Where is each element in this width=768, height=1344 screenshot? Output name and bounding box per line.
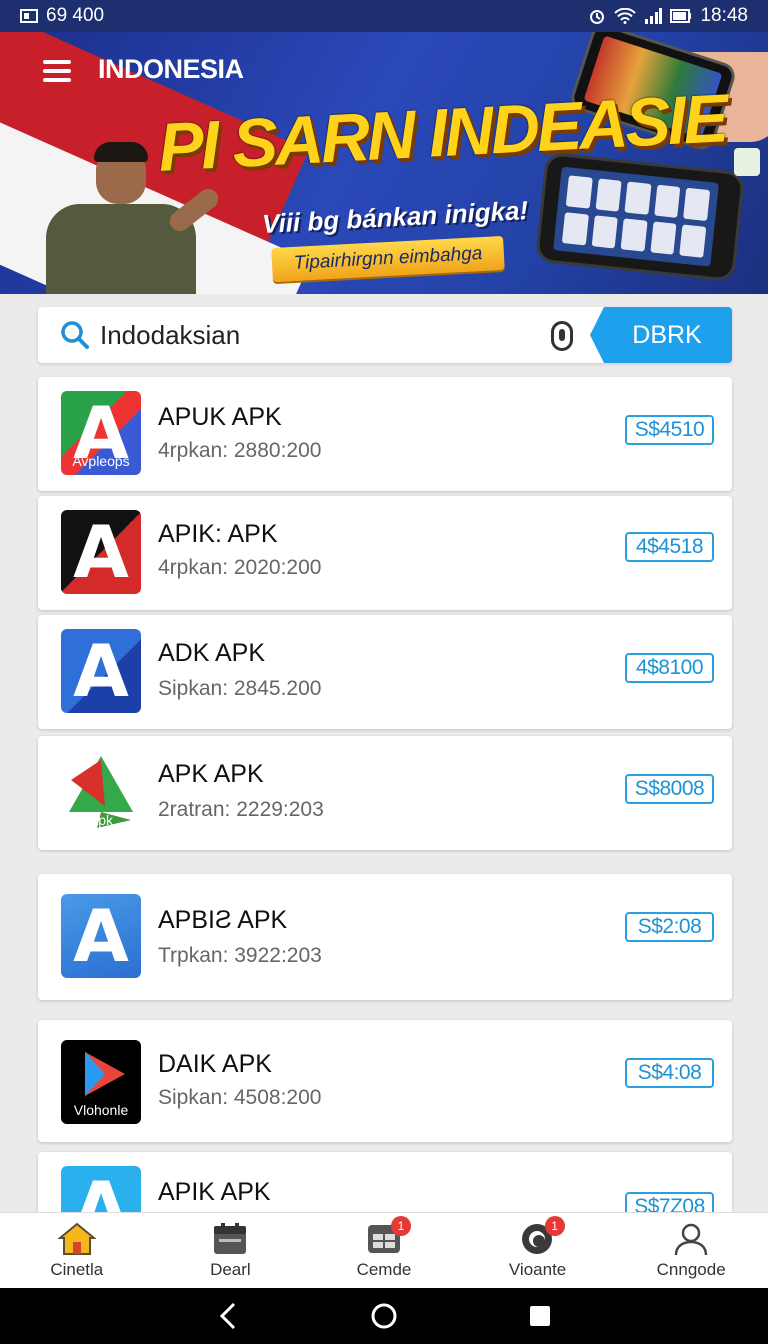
nav-item-record[interactable]: 1 Vioante bbox=[461, 1213, 615, 1288]
recents-button[interactable] bbox=[520, 1296, 560, 1336]
app-card-3[interactable]: A ADK APK Sipkan: 2845.200 4$8100 bbox=[38, 615, 732, 729]
app-title-5: APBIƧ APK bbox=[158, 906, 288, 934]
wifi-icon bbox=[614, 8, 637, 24]
nav-item-home[interactable]: Cinetla bbox=[0, 1213, 154, 1288]
phone-app-grid-image bbox=[534, 151, 746, 283]
home-circle-icon bbox=[371, 1303, 397, 1329]
leaf-icon bbox=[734, 148, 760, 176]
search-icon bbox=[61, 321, 89, 349]
app-title-1: APUK APK bbox=[158, 403, 282, 431]
nav-label-calendar: Dearl bbox=[210, 1259, 251, 1279]
nav-badge-record: 1 bbox=[544, 1215, 565, 1236]
nav-item-profile[interactable]: Cnngode bbox=[614, 1213, 768, 1288]
app-price-2[interactable]: 4$4518 bbox=[625, 532, 714, 562]
profile-icon bbox=[674, 1223, 708, 1255]
app-icon-4: Apk bbox=[61, 750, 141, 834]
app-icon-1: A Avpleops bbox=[61, 391, 141, 475]
status-left-text: 69 400 bbox=[46, 5, 105, 26]
signal-icon bbox=[645, 8, 663, 24]
nav-badge-grid: 1 bbox=[390, 1215, 411, 1236]
app-meta-5: Trpkan: 3922:203 bbox=[158, 944, 322, 967]
app-meta-6: Sipkan: 4508:200 bbox=[158, 1086, 322, 1109]
brand-logo: INDONESIA bbox=[98, 54, 244, 85]
app-icon-6: Vlohonle bbox=[61, 1040, 141, 1124]
bottom-nav: Cinetla Dearl 1 Cemde 1 Vioante Cnngode bbox=[0, 1212, 768, 1288]
app-title-7: APIK APK bbox=[158, 1178, 271, 1206]
app-title-3: ADK APK bbox=[158, 639, 265, 667]
back-button[interactable] bbox=[208, 1296, 248, 1336]
menu-icon[interactable] bbox=[40, 54, 74, 88]
nav-item-grid[interactable]: 1 Cemde bbox=[307, 1213, 461, 1288]
grid-icon-wrap: 1 bbox=[365, 1215, 411, 1256]
nav-label-home: Cinetla bbox=[50, 1259, 104, 1279]
app-title-4: APK APK bbox=[158, 760, 264, 788]
app-icon-label-4: Apk bbox=[88, 812, 114, 828]
app-meta-3: Sipkan: 2845.200 bbox=[158, 677, 322, 700]
banner-subline: Viii bg bánkan inigka! bbox=[261, 195, 529, 239]
app-title-2: APIK: APK bbox=[158, 520, 278, 548]
app-price-6[interactable]: S$4:08 bbox=[625, 1058, 714, 1088]
app-card-4[interactable]: Apk APK APK 2ratran: 2229:203 S$8008 bbox=[38, 736, 732, 850]
home-icon bbox=[57, 1222, 96, 1255]
app-card-5[interactable]: A APBIƧ APK Trpkan: 3922:203 S$2:08 bbox=[38, 874, 732, 1000]
battery-icon bbox=[670, 9, 692, 23]
calendar-icon bbox=[214, 1222, 247, 1254]
promo-banner[interactable]: INDONESIA PI SARN INDEASIE Viii bg bánka… bbox=[0, 32, 768, 294]
nav-label-profile: Cnngode bbox=[656, 1259, 726, 1279]
app-meta-4: 2ratran: 2229:203 bbox=[158, 798, 324, 821]
app-price-5[interactable]: S$2:08 bbox=[625, 912, 714, 942]
status-bar: 69 400 18:48 bbox=[0, 0, 768, 32]
nav-label-grid: Cemde bbox=[356, 1259, 412, 1279]
nav-label-record: Vioante bbox=[508, 1259, 567, 1279]
brand-text: INDONESIA bbox=[98, 54, 244, 84]
back-icon bbox=[219, 1302, 236, 1330]
app-icon-3: A bbox=[61, 629, 141, 713]
system-nav-bar bbox=[0, 1288, 768, 1344]
recents-icon bbox=[530, 1306, 550, 1326]
app-meta-1: 4rpkan: 2880:200 bbox=[158, 439, 322, 462]
search-input[interactable] bbox=[100, 319, 530, 351]
search-bar: DBRK bbox=[38, 307, 732, 363]
banner-cta-button[interactable]: Tipairhirgnn eimbahga bbox=[271, 235, 505, 283]
screen-icon bbox=[20, 9, 38, 23]
app-icon-label-1: Avpleops bbox=[72, 453, 130, 469]
status-time: 18:48 bbox=[700, 5, 748, 26]
app-price-3[interactable]: 4$8100 bbox=[625, 653, 714, 683]
status-left: 69 400 bbox=[20, 5, 104, 27]
app-meta-2: 4rpkan: 2020:200 bbox=[158, 556, 322, 579]
search-button[interactable]: DBRK bbox=[590, 307, 732, 363]
app-icon-2: A bbox=[61, 510, 141, 594]
record-icon-wrap: 1 bbox=[519, 1215, 565, 1256]
app-card-6[interactable]: Vlohonle DAIK APK Sipkan: 4508:200 S$4:0… bbox=[38, 1020, 732, 1142]
app-icon-label-6: Vlohonle bbox=[73, 1102, 129, 1118]
app-icon-5: A bbox=[61, 894, 141, 978]
alarm-icon bbox=[590, 10, 605, 24]
status-right: 18:48 bbox=[588, 5, 748, 27]
app-price-4[interactable]: S$8008 bbox=[625, 774, 714, 804]
home-button[interactable] bbox=[364, 1296, 404, 1336]
app-card-1[interactable]: A Avpleops APUK APK 4rpkan: 2880:200 S$4… bbox=[38, 377, 732, 491]
app-card-2[interactable]: A APIK: APK 4rpkan: 2020:200 4$4518 bbox=[38, 496, 732, 610]
nav-item-calendar[interactable]: Dearl bbox=[154, 1213, 308, 1288]
mic-icon[interactable] bbox=[551, 321, 573, 351]
app-title-6: DAIK APK bbox=[158, 1050, 272, 1078]
app-price-1[interactable]: S$4510 bbox=[625, 415, 714, 445]
